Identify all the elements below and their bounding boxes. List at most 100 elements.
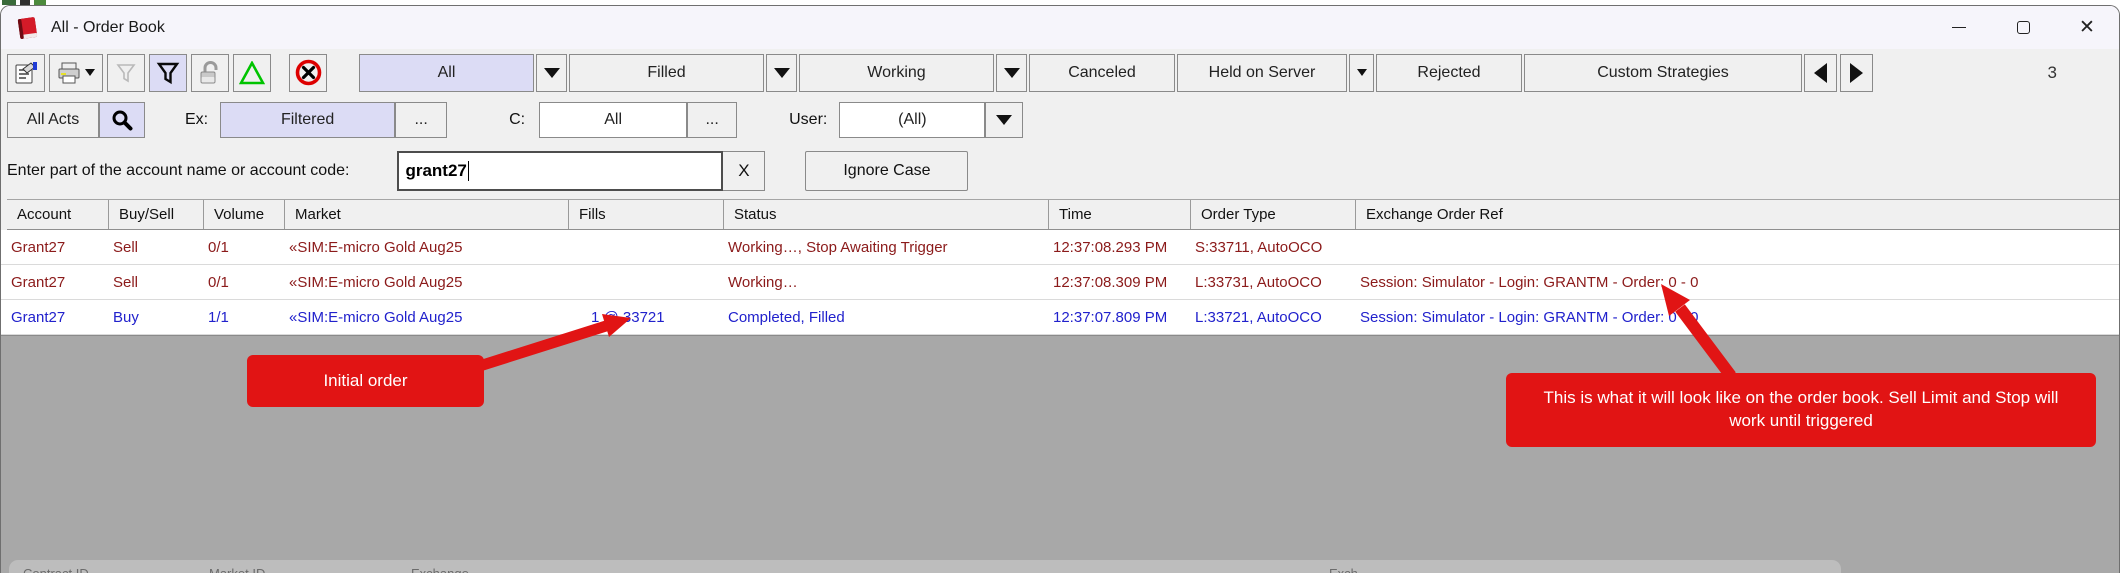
contract-filter-field[interactable]: All xyxy=(539,102,687,138)
column-header-status[interactable]: Status xyxy=(724,200,1049,229)
print-button[interactable] xyxy=(49,54,103,92)
green-triangle-icon xyxy=(239,61,265,85)
window-title: All - Order Book xyxy=(51,19,165,37)
column-header-market[interactable]: Market xyxy=(285,200,569,229)
cell-ordertype: S:33711, AutoOCO xyxy=(1185,230,1350,264)
tab-all-dropdown[interactable] xyxy=(536,54,567,92)
cancel-all-orders-button[interactable] xyxy=(289,54,327,92)
strip-label: Contract ID xyxy=(23,566,89,573)
close-button[interactable]: ✕ xyxy=(2055,6,2119,49)
minimize-icon xyxy=(1952,27,1966,28)
cell-exchangeorderref xyxy=(1350,230,2119,264)
tab-working[interactable]: Working xyxy=(799,54,994,92)
order-count: 3 xyxy=(2048,63,2057,83)
column-header-fills[interactable]: Fills xyxy=(569,200,724,229)
chevron-down-icon xyxy=(1357,69,1367,76)
tab-filled[interactable]: Filled xyxy=(569,54,764,92)
filter-active-button[interactable] xyxy=(149,54,187,92)
arrow-left-icon xyxy=(1814,63,1827,83)
strip-label: Exch xyxy=(1329,566,1358,573)
table-header-row: Account Buy/Sell Volume Market Fills Sta… xyxy=(7,199,2119,230)
funnel-outline-icon xyxy=(114,61,138,85)
chevron-down-icon xyxy=(996,115,1012,125)
cell-fills xyxy=(563,265,718,299)
chevron-down-icon xyxy=(1004,68,1020,78)
account-search-button[interactable] xyxy=(99,102,145,138)
order-book-window: All - Order Book ✕ xyxy=(0,5,2120,573)
contract-browse-button[interactable]: ... xyxy=(687,102,737,138)
user-filter-field[interactable]: (All) xyxy=(839,102,985,138)
cell-account: Grant27 xyxy=(1,230,103,264)
cell-volume: 0/1 xyxy=(198,230,279,264)
tab-rejected[interactable]: Rejected xyxy=(1376,54,1522,92)
filter-inactive-button[interactable] xyxy=(107,54,145,92)
filter-tab-held: Held on Server xyxy=(1177,54,1374,92)
account-search-input[interactable]: grant27 xyxy=(397,151,723,191)
column-header-time[interactable]: Time xyxy=(1049,200,1191,229)
unlock-icon xyxy=(198,60,222,86)
column-header-buysell[interactable]: Buy/Sell xyxy=(109,200,204,229)
clear-search-button[interactable]: X xyxy=(723,151,765,191)
cell-time: 12:37:07.809 PM xyxy=(1043,300,1185,334)
cell-buysell: Sell xyxy=(103,230,198,264)
ignore-case-button[interactable]: Ignore Case xyxy=(805,151,968,191)
properties-button[interactable] xyxy=(7,54,45,92)
orders-table: Account Buy/Sell Volume Market Fills Sta… xyxy=(1,199,2119,335)
table-row[interactable]: Grant27 Buy 1/1 «SIM:E-micro Gold Aug25 … xyxy=(1,300,2119,335)
table-row[interactable]: Grant27 Sell 0/1 «SIM:E-micro Gold Aug25… xyxy=(1,265,2119,300)
strip-label: Market ID xyxy=(209,566,265,573)
exchange-filter-field[interactable]: Filtered xyxy=(220,102,395,138)
tab-all[interactable]: All xyxy=(359,54,534,92)
window-controls: ✕ xyxy=(1927,6,2119,49)
cell-ordertype: L:33731, AutoOCO xyxy=(1185,265,1350,299)
tab-custom-strategies[interactable]: Custom Strategies xyxy=(1524,54,1802,92)
tab-held-on-server[interactable]: Held on Server xyxy=(1177,54,1347,92)
cell-status: Working… xyxy=(718,265,1043,299)
title-bar[interactable]: All - Order Book ✕ xyxy=(1,6,2119,49)
exchange-label: Ex: xyxy=(185,111,208,129)
account-search-row: Enter part of the account name or accoun… xyxy=(1,143,2119,199)
cell-market: «SIM:E-micro Gold Aug25 xyxy=(279,300,563,334)
filter-tab-rejected: Rejected xyxy=(1376,54,1522,92)
cell-account: Grant27 xyxy=(1,300,103,334)
minimize-button[interactable] xyxy=(1927,6,1991,49)
tab-filled-dropdown[interactable] xyxy=(766,54,797,92)
filter-tab-all: All xyxy=(359,54,567,92)
tab-held-dropdown[interactable] xyxy=(1349,54,1374,92)
filter-tab-working: Working xyxy=(799,54,1027,92)
support-resistance-button[interactable] xyxy=(233,54,271,92)
cell-exchangeorderref: Session: Simulator - Login: GRANTM - Ord… xyxy=(1350,265,2119,299)
cell-volume: 0/1 xyxy=(198,265,279,299)
tab-nav xyxy=(1804,54,1873,92)
strip-label: Exchange xyxy=(411,566,469,573)
annotation-text: Initial order xyxy=(323,371,407,391)
tab-working-dropdown[interactable] xyxy=(996,54,1027,92)
cell-status: Completed, Filled xyxy=(718,300,1043,334)
cell-exchangeorderref: Session: Simulator - Login: GRANTM - Ord… xyxy=(1350,300,2119,334)
cell-ordertype: L:33721, AutoOCO xyxy=(1185,300,1350,334)
filter-tab-filled: Filled xyxy=(569,54,797,92)
properties-icon xyxy=(13,60,39,86)
maximize-button[interactable] xyxy=(1991,6,2055,49)
search-icon xyxy=(111,109,133,131)
exchange-browse-button[interactable]: ... xyxy=(395,102,447,138)
all-accounts-button[interactable]: All Acts xyxy=(7,102,99,138)
funnel-icon xyxy=(155,60,181,86)
chevron-down-icon xyxy=(774,68,790,78)
main-toolbar: All Filled Working Canceled Held on Serv… xyxy=(1,49,2119,96)
tab-scroll-left-button[interactable] xyxy=(1804,54,1837,92)
tab-scroll-right-button[interactable] xyxy=(1840,54,1873,92)
lock-button[interactable] xyxy=(191,54,229,92)
cancel-all-icon xyxy=(295,59,322,86)
user-dropdown-button[interactable] xyxy=(985,102,1023,138)
column-header-ordertype[interactable]: Order Type xyxy=(1191,200,1356,229)
cell-time: 12:37:08.309 PM xyxy=(1043,265,1185,299)
column-header-account[interactable]: Account xyxy=(7,200,109,229)
column-header-exchangeorderref[interactable]: Exchange Order Ref xyxy=(1356,200,2119,229)
column-header-volume[interactable]: Volume xyxy=(204,200,285,229)
close-icon: ✕ xyxy=(2079,18,2095,37)
tab-canceled[interactable]: Canceled xyxy=(1029,54,1175,92)
table-row[interactable]: Grant27 Sell 0/1 «SIM:E-micro Gold Aug25… xyxy=(1,230,2119,265)
cell-time: 12:37:08.293 PM xyxy=(1043,230,1185,264)
cell-market: «SIM:E-micro Gold Aug25 xyxy=(279,230,563,264)
